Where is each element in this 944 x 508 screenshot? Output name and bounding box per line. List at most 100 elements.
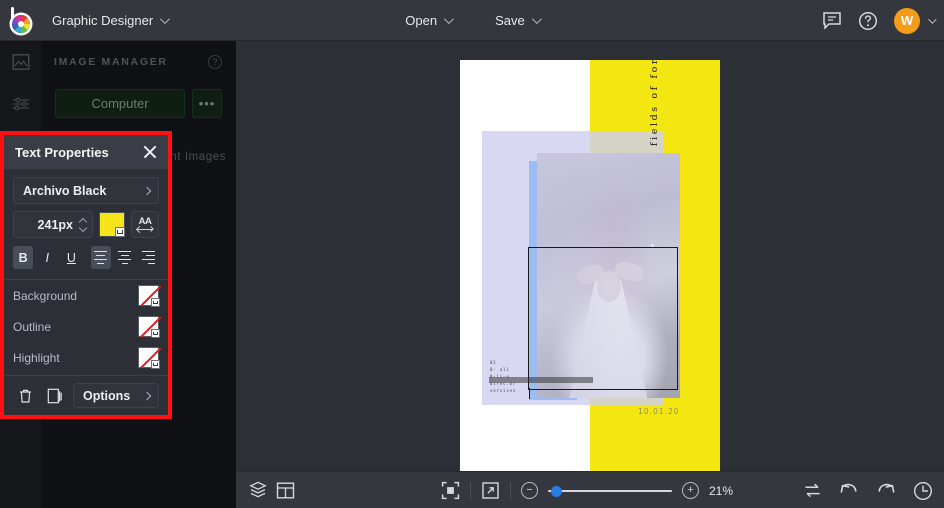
app-logo[interactable]	[0, 0, 41, 41]
undo-arrow-icon[interactable]	[839, 482, 859, 500]
chevron-down-icon[interactable]	[115, 227, 125, 237]
outline-color-swatch[interactable]	[138, 316, 162, 338]
italic-button[interactable]: I	[37, 246, 58, 269]
highlight-color-swatch[interactable]	[138, 347, 162, 369]
bold-label: B	[18, 250, 28, 265]
text-caret	[528, 388, 531, 400]
sidebar-item-image-manager[interactable]	[0, 41, 41, 83]
letter-spacing-AA-icon[interactable]: AA	[131, 211, 159, 238]
font-size-input[interactable]: 241px	[13, 211, 93, 238]
compare-swap-icon[interactable]	[803, 482, 822, 499]
background-label: Background	[13, 288, 78, 303]
align-center-lines	[118, 250, 132, 265]
chevron-down-icon	[444, 14, 454, 25]
app-root: Graphic Designer Open Save W IMAGE MANAG…	[0, 0, 944, 508]
sidebar-item-edit[interactable]	[0, 83, 41, 125]
zoom-in-button[interactable]: +	[682, 482, 699, 499]
befunky-color-wheel-logo	[8, 7, 34, 33]
credits-line: 0-li-e	[489, 374, 510, 380]
fit-to-screen-icon[interactable]	[441, 481, 460, 500]
more-sources-label: •••	[198, 96, 216, 111]
font-size-value: 241px	[37, 217, 73, 232]
workspace-menu-label: Graphic Designer	[52, 12, 154, 28]
bottom-bar-left-group	[236, 480, 295, 500]
zoom-out-button[interactable]: −	[521, 482, 538, 499]
duplicate-layers-icon	[47, 388, 62, 403]
outline-label: Outline	[13, 319, 52, 334]
chevron-down-icon[interactable]	[151, 329, 160, 338]
background-color-swatch[interactable]	[138, 285, 162, 307]
text-properties-footer: Options	[4, 375, 168, 415]
artwork-rotated-text[interactable]: fields of forest	[649, 60, 660, 146]
highlight-row[interactable]: Highlight	[4, 342, 168, 373]
artwork-credits-list[interactable]: 01 0- all 0-li-e direc.or services	[490, 360, 516, 395]
image-manager-header: IMAGE MANAGER ?	[41, 41, 236, 83]
canvas-area[interactable]: D R E A M fields of forest 01 0- all	[236, 41, 944, 491]
artwork-date-text[interactable]: 10.01.20	[638, 407, 679, 416]
font-family-value: Archivo Black	[23, 183, 107, 198]
save-menu[interactable]: Save	[484, 8, 550, 34]
stepper-down-icon[interactable]	[79, 226, 87, 231]
options-label: Options	[83, 388, 131, 403]
redo-arrow-icon[interactable]	[876, 482, 896, 500]
align-center-icon[interactable]	[114, 246, 135, 269]
text-style-row: B I U	[13, 246, 160, 269]
panel-layout-icon[interactable]	[276, 481, 295, 500]
chat-bubble-icon[interactable]	[822, 11, 842, 30]
credits-line: direc.or	[489, 381, 517, 387]
zoom-slider[interactable]	[548, 485, 672, 497]
text-properties-body: Archivo Black 241px AA B I U	[4, 169, 168, 269]
stepper-up-icon[interactable]	[79, 218, 87, 223]
text-color-swatch[interactable]	[99, 212, 125, 237]
zoom-level: 21%	[709, 483, 734, 498]
computer-button[interactable]: Computer	[55, 89, 185, 118]
more-sources-button[interactable]: •••	[192, 89, 222, 118]
open-menu[interactable]: Open	[394, 8, 462, 34]
avatar-initial: W	[900, 13, 914, 28]
top-bar-right-group: W	[822, 0, 937, 41]
outline-row[interactable]: Outline	[4, 311, 168, 342]
duplicate-button[interactable]	[43, 384, 67, 408]
options-button[interactable]: Options	[73, 383, 159, 408]
underline-button[interactable]: U	[61, 246, 82, 269]
top-bar: Graphic Designer Open Save W	[0, 0, 944, 41]
font-family-selector[interactable]: Archivo Black	[13, 177, 159, 204]
save-menu-label: Save	[495, 13, 525, 28]
bold-button[interactable]: B	[13, 246, 34, 269]
credits-line: services	[489, 388, 517, 394]
question-mark-circle-icon[interactable]	[858, 11, 878, 31]
panel-title: Text Properties	[15, 144, 109, 160]
align-right-icon[interactable]	[138, 246, 160, 269]
chevron-down-icon[interactable]	[928, 14, 937, 24]
align-left-lines	[94, 250, 108, 265]
history-clock-icon[interactable]	[913, 481, 933, 501]
align-right-lines	[142, 250, 156, 265]
chevron-down-icon[interactable]	[151, 360, 160, 369]
zoom-out-label: −	[526, 484, 533, 496]
letter-spacing-label: AA	[138, 216, 152, 227]
photo-mountain-icon	[12, 54, 29, 70]
italic-label: I	[45, 250, 49, 265]
artboard[interactable]: D R E A M fields of forest 01 0- all	[460, 60, 720, 491]
avatar[interactable]: W	[894, 7, 920, 34]
trash-can-icon	[19, 389, 31, 403]
delete-button[interactable]	[13, 384, 37, 408]
align-left-icon[interactable]	[90, 246, 111, 269]
zoom-slider-thumb[interactable]	[551, 485, 562, 497]
layers-stack-icon[interactable]	[248, 480, 268, 500]
chevron-down-icon[interactable]	[151, 298, 160, 307]
zoom-slider-track	[548, 489, 672, 492]
close-icon[interactable]	[142, 144, 158, 160]
stepper-up-down-icon[interactable]	[79, 218, 87, 231]
zoom-in-label: +	[687, 484, 694, 496]
chevron-right-icon	[142, 186, 152, 195]
chevron-down-icon	[160, 13, 171, 24]
underline-label: U	[66, 250, 76, 265]
workspace-menu[interactable]: Graphic Designer	[41, 7, 178, 33]
question-mark-circle-icon[interactable]: ?	[208, 55, 222, 69]
computer-button-label: Computer	[91, 96, 149, 111]
page-title: IMAGE MANAGER	[54, 56, 168, 68]
background-row[interactable]: Background	[4, 280, 168, 311]
expand-arrow-icon[interactable]	[481, 481, 500, 500]
credits-line: 0- all	[489, 367, 510, 373]
